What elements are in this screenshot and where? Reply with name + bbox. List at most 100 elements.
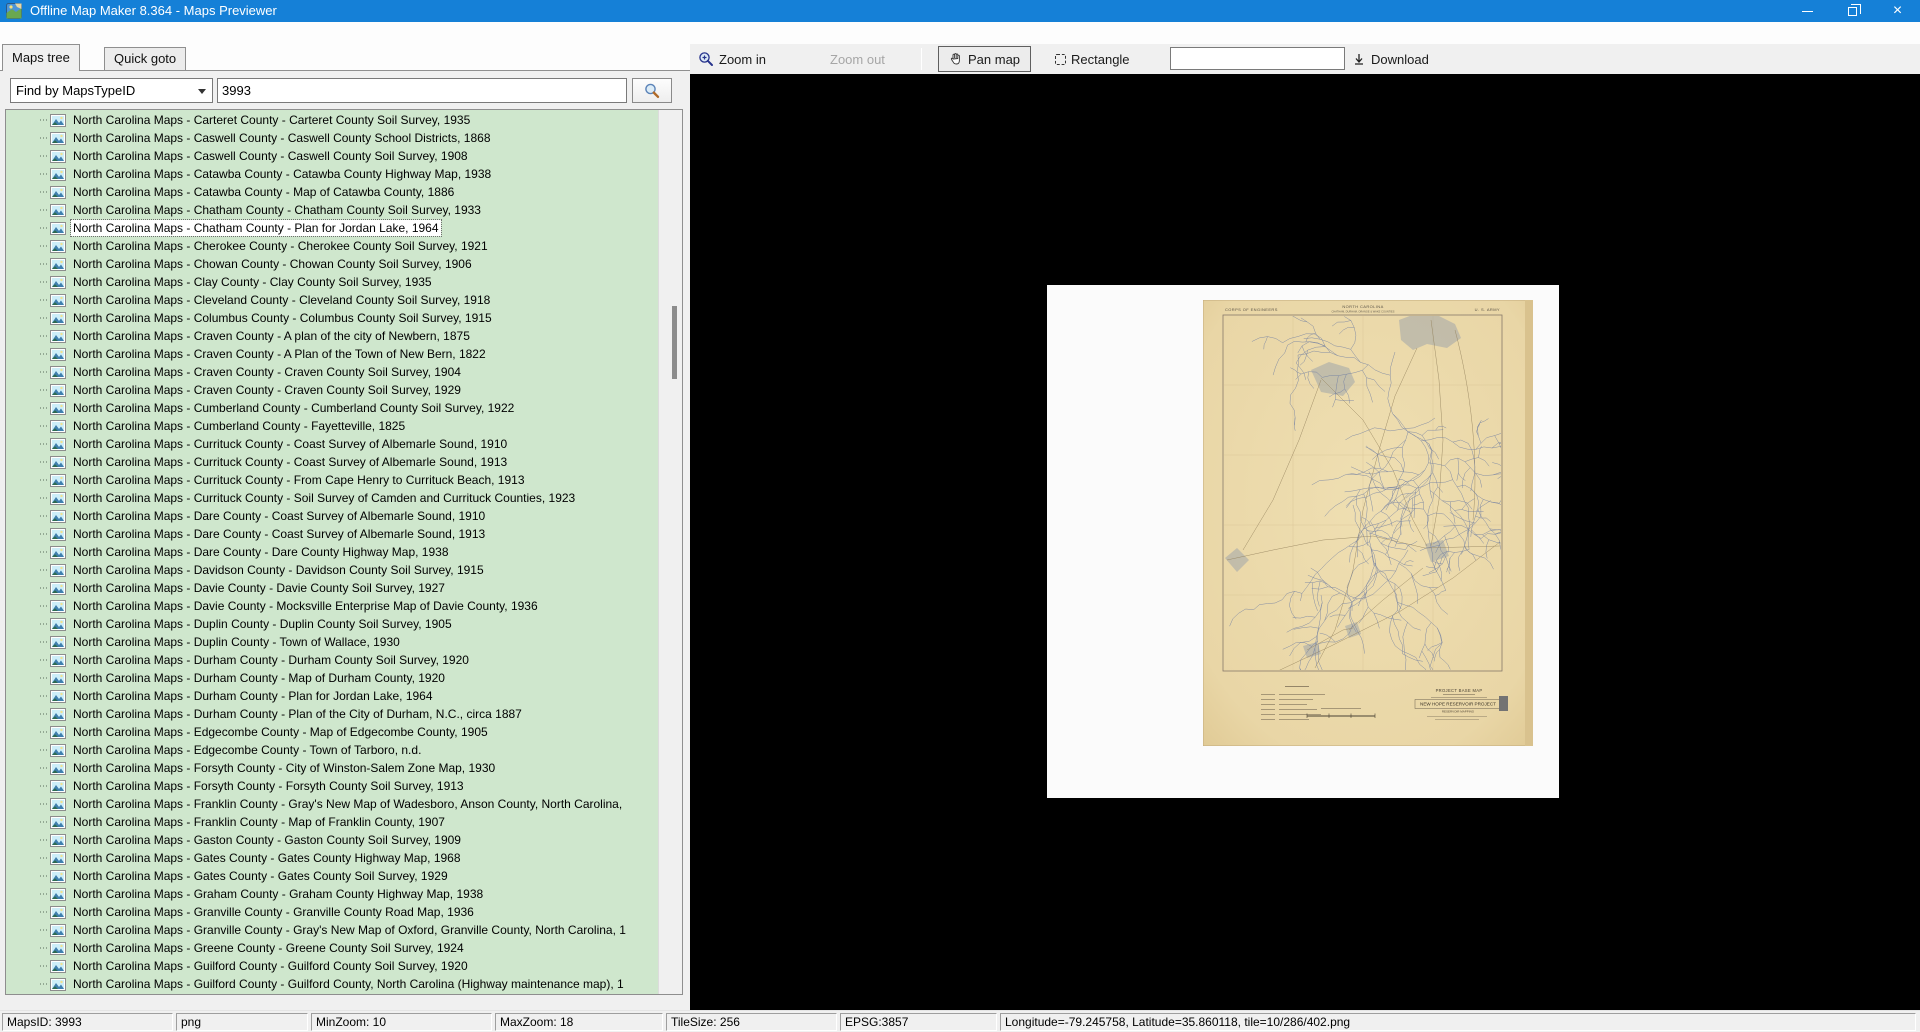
tree-item[interactable]: North Carolina Maps - Davie County - Dav… (6, 579, 658, 597)
tree-connector (40, 551, 48, 553)
zoom-in-icon (699, 52, 713, 66)
tree-item[interactable]: North Carolina Maps - Chowan County - Ch… (6, 255, 658, 273)
tree-item-label: North Carolina Maps - Columbus County - … (73, 311, 492, 325)
tree-item[interactable]: North Carolina Maps - Carteret County - … (6, 111, 658, 129)
zoom-out-button[interactable]: Zoom out (830, 44, 885, 74)
tree-item[interactable]: North Carolina Maps - Craven County - A … (6, 327, 658, 345)
tree-item[interactable]: North Carolina Maps - Chatham County - P… (6, 219, 658, 237)
map-thumbnail-icon (50, 671, 66, 685)
tree-item-label: North Carolina Maps - Greene County - Gr… (73, 941, 464, 955)
close-button[interactable]: × (1875, 0, 1920, 22)
tree-item[interactable]: North Carolina Maps - Edgecombe County -… (6, 723, 658, 741)
titlebar[interactable]: Offline Map Maker 8.364 - Maps Previewer… (0, 0, 1920, 22)
map-thumbnail-icon (50, 239, 66, 253)
tree-item[interactable]: North Carolina Maps - Craven County - Cr… (6, 363, 658, 381)
status-cell: MaxZoom: 18 (495, 1013, 663, 1031)
tree-item[interactable]: North Carolina Maps - Franklin County - … (6, 795, 658, 813)
tree-item[interactable]: North Carolina Maps - Caswell County - C… (6, 147, 658, 165)
tree-item[interactable]: North Carolina Maps - Cleveland County -… (6, 291, 658, 309)
tree-item-label: North Carolina Maps - Caswell County - C… (73, 131, 491, 145)
search-button[interactable] (632, 78, 672, 103)
zoom-out-label: Zoom out (830, 51, 885, 67)
tree-connector (40, 605, 48, 607)
tree-item[interactable]: North Carolina Maps - Durham County - Pl… (6, 705, 658, 723)
map-thumbnail-icon (50, 905, 66, 919)
restore-button[interactable] (1830, 0, 1875, 22)
tree-item[interactable]: North Carolina Maps - Forsyth County - F… (6, 777, 658, 795)
tree-item[interactable]: North Carolina Maps - Chatham County - C… (6, 201, 658, 219)
zoom-in-button[interactable]: Zoom in (698, 44, 766, 74)
tree-item[interactable]: North Carolina Maps - Cherokee County - … (6, 237, 658, 255)
tree-item-label: North Carolina Maps - Caswell County - C… (73, 149, 468, 163)
tree-item[interactable]: North Carolina Maps - Currituck County -… (6, 435, 658, 453)
status-cell: EPSG:3857 (840, 1013, 997, 1031)
tree-item[interactable]: North Carolina Maps - Graham County - Gr… (6, 885, 658, 903)
tree-item[interactable]: North Carolina Maps - Durham County - Pl… (6, 687, 658, 705)
tree-item[interactable]: North Carolina Maps - Granville County -… (6, 921, 658, 939)
tree-item[interactable]: North Carolina Maps - Davidson County - … (6, 561, 658, 579)
map-thumbnail-icon (50, 689, 66, 703)
tree-item[interactable]: North Carolina Maps - Edgecombe County -… (6, 741, 658, 759)
tree-item[interactable]: North Carolina Maps - Clay County - Clay… (6, 273, 658, 291)
tree-item[interactable]: North Carolina Maps - Guilford County - … (6, 975, 658, 993)
tree-item[interactable]: North Carolina Maps - Currituck County -… (6, 471, 658, 489)
find-by-dropdown[interactable]: Find by MapsTypeID (10, 78, 213, 103)
download-button[interactable]: Download (1352, 44, 1429, 74)
tree-item[interactable]: North Carolina Maps - Dare County - Dare… (6, 543, 658, 561)
tree-item[interactable]: North Carolina Maps - Currituck County -… (6, 453, 658, 471)
tab-quick-goto[interactable]: Quick goto (104, 47, 187, 70)
tree-item[interactable]: North Carolina Maps - Columbus County - … (6, 309, 658, 327)
minimize-button[interactable] (1785, 0, 1830, 22)
map-page[interactable]: CORPS OF ENGINEERS NORTH CAROLINA CHATHA… (1047, 285, 1559, 798)
tree-item-label: North Carolina Maps - Cleveland County -… (73, 293, 491, 307)
tree-item[interactable]: North Carolina Maps - Craven County - Cr… (6, 381, 658, 399)
tree-item-label: North Carolina Maps - Gates County - Gat… (73, 851, 461, 865)
tab-maps-tree[interactable]: Maps tree (2, 44, 80, 71)
tree-item[interactable]: North Carolina Maps - Guilford County - … (6, 957, 658, 975)
tree-item[interactable]: North Carolina Maps - Dare County - Coas… (6, 507, 658, 525)
tree-item[interactable]: North Carolina Maps - Davie County - Moc… (6, 597, 658, 615)
tree-item[interactable]: North Carolina Maps - Gates County - Gat… (6, 867, 658, 885)
tree-vertical-scrollbar-thumb[interactable] (672, 306, 677, 379)
tree-item[interactable]: North Carolina Maps - Franklin County - … (6, 813, 658, 831)
tree-item-label: North Carolina Maps - Chatham County - P… (70, 219, 442, 237)
tree-item[interactable]: North Carolina Maps - Duplin County - Du… (6, 615, 658, 633)
tree-item-label: North Carolina Maps - Carteret County - … (73, 113, 471, 127)
tree-connector (40, 317, 48, 319)
tree-item[interactable]: North Carolina Maps - Granville County -… (6, 903, 658, 921)
tree-connector (40, 677, 48, 679)
tree-item[interactable]: North Carolina Maps - Cumberland County … (6, 417, 658, 435)
tree-item-label: North Carolina Maps - Clay County - Clay… (73, 275, 432, 289)
tree-item[interactable]: North Carolina Maps - Durham County - Du… (6, 651, 658, 669)
pan-map-button[interactable]: Pan map (938, 46, 1032, 72)
search-input[interactable] (217, 78, 627, 103)
tree-item[interactable]: North Carolina Maps - Greene County - Gr… (6, 939, 658, 957)
tree-item[interactable]: North Carolina Maps - Cumberland County … (6, 399, 658, 417)
tree-connector (40, 371, 48, 373)
map-thumbnail-icon (50, 365, 66, 379)
map-thumbnail-icon (50, 473, 66, 487)
tree-item-label: North Carolina Maps - Gates County - Gat… (73, 869, 448, 883)
toolbar-input[interactable] (1170, 47, 1345, 70)
tree-item[interactable]: North Carolina Maps - Gaston County - Ga… (6, 831, 658, 849)
tree-item[interactable]: North Carolina Maps - Catawba County - M… (6, 183, 658, 201)
tree-item[interactable]: North Carolina Maps - Gates County - Gat… (6, 849, 658, 867)
svg-text:NEW HOPE RESERVOIR PROJECT: NEW HOPE RESERVOIR PROJECT (1420, 702, 1496, 707)
tree-connector (40, 155, 48, 157)
tree-connector (40, 479, 48, 481)
tree-connector (40, 587, 48, 589)
tree-item[interactable]: North Carolina Maps - Craven County - A … (6, 345, 658, 363)
map-preview-area[interactable]: CORPS OF ENGINEERS NORTH CAROLINA CHATHA… (690, 74, 1920, 1010)
tree-item[interactable]: North Carolina Maps - Dare County - Coas… (6, 525, 658, 543)
tree-item-label: North Carolina Maps - Edgecombe County -… (73, 725, 488, 739)
rectangle-button[interactable]: Rectangle (1055, 44, 1130, 74)
tree-item[interactable]: North Carolina Maps - Caswell County - C… (6, 129, 658, 147)
tree-item[interactable]: North Carolina Maps - Currituck County -… (6, 489, 658, 507)
tree-vertical-scrollbar[interactable] (658, 110, 682, 994)
tree-item[interactable]: North Carolina Maps - Forsyth County - C… (6, 759, 658, 777)
tree-item[interactable]: North Carolina Maps - Catawba County - C… (6, 165, 658, 183)
map-thumbnail-icon (50, 743, 66, 757)
tree-item[interactable]: North Carolina Maps - Duplin County - To… (6, 633, 658, 651)
tree-connector (40, 641, 48, 643)
tree-item[interactable]: North Carolina Maps - Durham County - Ma… (6, 669, 658, 687)
